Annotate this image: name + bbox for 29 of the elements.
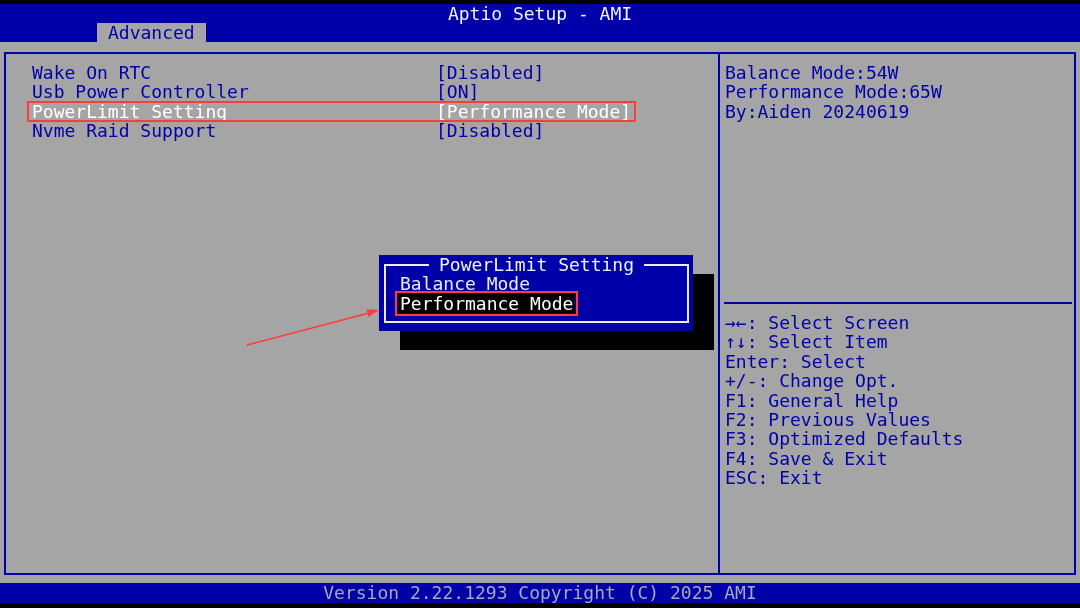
setting-value: [ON] bbox=[436, 82, 480, 102]
setting-value: [Disabled] bbox=[436, 63, 545, 83]
help-text: By:Aiden 20240619 bbox=[725, 101, 910, 122]
popup-option[interactable]: Balance Mode bbox=[398, 274, 533, 294]
setting-row[interactable]: Usb Power Controller [ON] bbox=[28, 82, 484, 102]
popup-option[interactable]: Performance Mode bbox=[398, 293, 576, 314]
setting-value: [Disabled] bbox=[436, 121, 545, 141]
key-help-text: ESC: Exit bbox=[725, 468, 823, 488]
key-help-text: →←: Select Screen bbox=[725, 313, 910, 333]
setting-label: Wake On RTC bbox=[32, 63, 153, 83]
setting-label: PowerLimit Setting bbox=[32, 101, 229, 122]
key-help-text: F3: Optimized Defaults bbox=[725, 429, 964, 449]
setting-value: [Performance Mode] bbox=[436, 101, 632, 122]
key-help-text: F2: Previous Values bbox=[725, 410, 931, 430]
setting-label: Usb Power Controller bbox=[32, 82, 250, 102]
help-text: Performance Mode:65W bbox=[725, 82, 942, 102]
key-help-text: F1: General Help bbox=[725, 390, 899, 411]
help-text: Balance Mode:54W bbox=[725, 63, 899, 83]
setting-row[interactable]: Wake On RTC [Disabled] bbox=[28, 63, 549, 83]
key-help-text: F4: Save & Exit bbox=[725, 448, 888, 469]
popup-title: PowerLimit Setting bbox=[437, 255, 636, 275]
key-help-text: Enter: Select bbox=[725, 351, 866, 372]
setting-label: Nvme Raid Support bbox=[32, 121, 218, 141]
version-text: Version 2.22.1293 Copyright (C) 2025 AMI bbox=[323, 583, 757, 603]
tab[interactable]: Advanced bbox=[97, 23, 206, 42]
key-help-text: ↑↓: Select Item bbox=[725, 332, 888, 352]
setting-row[interactable]: Nvme Raid Support [Disabled] bbox=[28, 121, 549, 141]
window-title: Aptio Setup - AMI bbox=[447, 4, 633, 23]
key-help-text: +/-: Change Opt. bbox=[725, 371, 899, 391]
